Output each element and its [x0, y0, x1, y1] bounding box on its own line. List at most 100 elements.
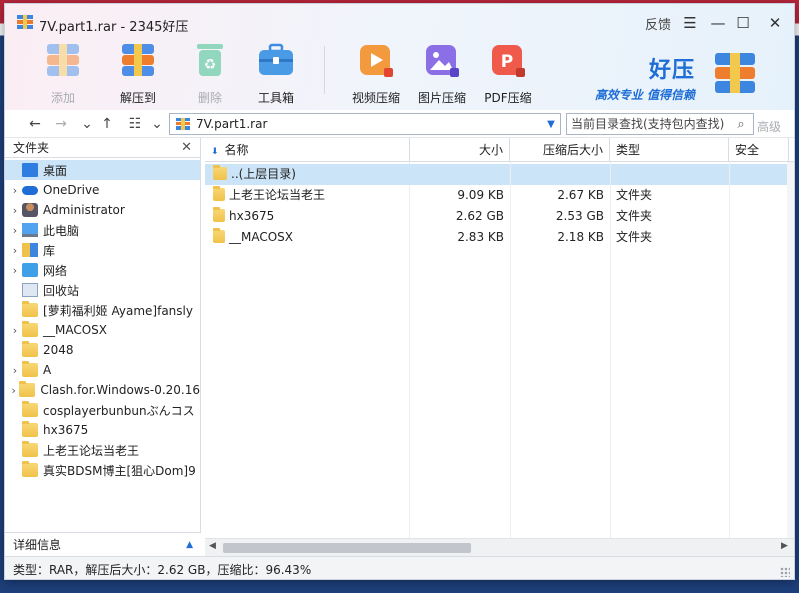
column-divider	[729, 162, 730, 538]
close-icon[interactable]: ✕	[764, 12, 786, 34]
app-window: 7V.part1.rar - 2345好压 反馈 ☰ — ☐ ✕ 添加 解压到 …	[4, 3, 795, 580]
tree-item-label: cosplayerbunbunぶんコス	[43, 403, 195, 418]
tree-item[interactable]: 真实BDSM博主[狙心Dom]9	[5, 460, 200, 480]
window-title: 7V.part1.rar - 2345好压	[39, 20, 189, 35]
image-compress-button[interactable]: 图片压缩	[407, 40, 477, 106]
app-icon	[17, 15, 33, 29]
path-field[interactable]: 7V.part1.rar ▼	[169, 113, 561, 135]
desktop-icon	[22, 163, 38, 177]
file-name: __MACOSX	[229, 230, 294, 244]
tree-item[interactable]: › 此电脑	[5, 220, 200, 240]
folder-tree: 桌面 › OneDrive › Administrator › 此电脑 › 库 › 网络 回收站 [萝莉…	[5, 158, 200, 480]
expand-chevron-icon[interactable]: ›	[9, 244, 21, 257]
tree-item[interactable]: › __MACOSX	[5, 320, 200, 340]
brand-slogan: 高效专业 值得信赖	[594, 88, 695, 102]
tree-item[interactable]: › A	[5, 360, 200, 380]
tree-item[interactable]: 2048	[5, 340, 200, 360]
collapse-up-icon[interactable]: ▲	[186, 540, 193, 550]
folder-icon	[213, 207, 225, 222]
folder-icon	[22, 421, 38, 437]
extract-label: 解压到	[119, 91, 156, 105]
extract-button[interactable]: 解压到	[103, 40, 173, 106]
up-icon[interactable]: ↑	[97, 114, 117, 134]
detail-info-bar[interactable]: 详细信息 ▲	[5, 532, 201, 556]
video-compress-button[interactable]: 视频压缩	[341, 40, 411, 106]
delete-label: 删除	[197, 91, 222, 105]
folder-icon	[213, 228, 225, 243]
expand-chevron-icon[interactable]: ›	[9, 184, 21, 197]
file-row[interactable]: hx3675 2.62 GB 2.53 GB 文件夹	[205, 206, 787, 227]
tree-item[interactable]: cosplayerbunbunぶんコス	[5, 400, 200, 420]
column-size[interactable]: 大小	[410, 138, 510, 162]
forward-icon[interactable]: →	[51, 114, 71, 134]
folder-icon	[19, 381, 36, 397]
column-type[interactable]: 类型	[610, 138, 729, 162]
folder-icon	[22, 441, 38, 457]
horizontal-scrollbar[interactable]: ◀ ▶	[205, 538, 794, 556]
back-icon[interactable]: ←	[25, 114, 45, 134]
add-label: 添加	[50, 91, 75, 105]
expand-chevron-icon[interactable]: ›	[9, 264, 21, 277]
dropdown-chevron-icon[interactable]: ⌄	[77, 114, 97, 134]
expand-chevron-icon[interactable]: ›	[9, 204, 21, 217]
tree-item[interactable]: › Administrator	[5, 200, 200, 220]
feedback-link[interactable]: 反馈	[645, 14, 671, 33]
column-name[interactable]: ⬇ 名称	[205, 138, 410, 162]
search-icon[interactable]: ⌕	[731, 117, 751, 132]
video-compress-label: 视频压缩	[351, 91, 400, 105]
folder-icon	[22, 341, 38, 357]
advanced-search-button[interactable]: 高级	[757, 118, 781, 135]
view-mode-icon[interactable]: ☷	[125, 114, 145, 134]
file-packed-size: 2.18 KB	[557, 230, 604, 244]
tree-item-label: __MACOSX	[43, 323, 108, 337]
tree-item[interactable]: 回收站	[5, 280, 200, 300]
add-archive-icon	[47, 44, 79, 76]
expand-chevron-icon[interactable]: ›	[9, 324, 21, 337]
search-input[interactable]	[567, 117, 731, 131]
column-packed-size[interactable]: 压缩后大小	[510, 138, 610, 162]
file-row[interactable]: __MACOSX 2.83 KB 2.18 KB 文件夹	[205, 227, 787, 248]
close-pane-icon[interactable]: ✕	[181, 140, 192, 155]
view-mode-chevron-icon[interactable]: ⌄	[147, 114, 167, 134]
header: 7V.part1.rar - 2345好压 反馈 ☰ — ☐ ✕ 添加 解压到 …	[5, 4, 794, 110]
pdf-compress-button[interactable]: P PDF压缩	[473, 40, 543, 106]
file-name: hx3675	[229, 209, 275, 223]
tree-item-label: OneDrive	[43, 183, 100, 197]
library-icon	[22, 243, 38, 257]
pdf-compress-label: PDF压缩	[484, 91, 532, 105]
column-security[interactable]: 安全	[729, 138, 789, 162]
tree-item[interactable]: [萝莉福利姬 Ayame]fansly	[5, 300, 200, 320]
maximize-icon[interactable]: ☐	[732, 12, 754, 34]
tree-item[interactable]: › OneDrive	[5, 180, 200, 200]
path-dropdown-icon[interactable]: ▼	[542, 119, 560, 130]
tree-item[interactable]: › 网络	[5, 260, 200, 280]
delete-button[interactable]: ♻ 删除	[175, 40, 245, 106]
file-row[interactable]: 上老王论坛当老王 9.09 KB 2.67 KB 文件夹	[205, 185, 787, 206]
tree-item[interactable]: hx3675	[5, 420, 200, 440]
file-name-cell: hx3675	[205, 206, 410, 227]
column-divider	[610, 162, 611, 538]
expand-chevron-icon[interactable]: ›	[9, 224, 21, 237]
toolbox-button[interactable]: 工具箱	[241, 40, 311, 106]
search-box: ⌕	[566, 113, 754, 135]
horizontal-scroll-thumb[interactable]	[223, 543, 471, 553]
menu-icon[interactable]: ☰	[679, 12, 701, 34]
file-row[interactable]: ..(上层目录)	[205, 164, 787, 185]
tree-item[interactable]: 桌面	[5, 160, 200, 180]
tree-item[interactable]: › Clash.for.Windows-0.20.16	[5, 380, 200, 400]
minimize-icon[interactable]: —	[707, 12, 729, 34]
file-type: 文件夹	[616, 230, 653, 244]
recycle-bin-icon	[22, 283, 38, 297]
tree-item[interactable]: › 库	[5, 240, 200, 260]
resize-grip-icon[interactable]	[780, 567, 790, 577]
folder-icon	[22, 361, 38, 377]
video-compress-icon	[360, 45, 393, 77]
add-button[interactable]: 添加	[28, 40, 98, 106]
tree-item[interactable]: 上老王论坛当老王	[5, 440, 200, 460]
scroll-left-icon[interactable]: ◀	[209, 541, 216, 551]
folder-pane: 文件夹 ✕ 桌面 › OneDrive › Administrator › 此电脑 › 库 › 网络…	[5, 138, 201, 556]
expand-chevron-icon[interactable]: ›	[9, 384, 18, 397]
expand-chevron-icon[interactable]: ›	[9, 364, 21, 377]
scroll-right-icon[interactable]: ▶	[781, 541, 788, 551]
vertical-scrollbar[interactable]	[787, 162, 794, 538]
